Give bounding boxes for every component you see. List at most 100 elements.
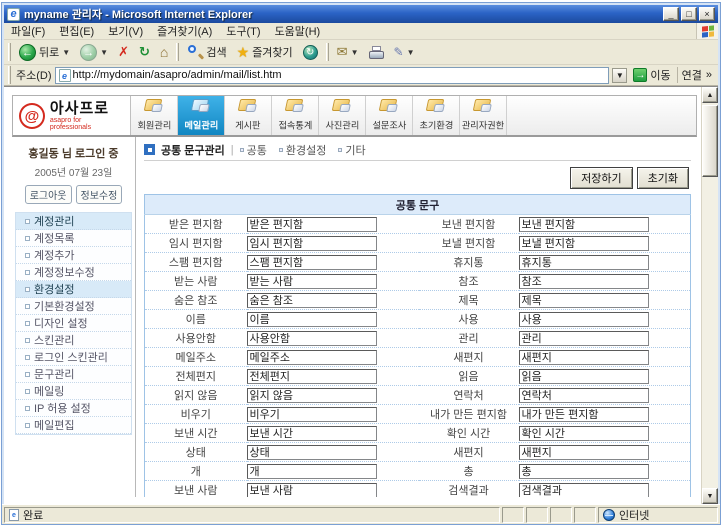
- back-dropdown-icon[interactable]: ▼: [62, 48, 70, 57]
- title-bar: e myname 관리자 - Microsoft Internet Explor…: [4, 5, 718, 23]
- back-button[interactable]: ← 뒤로 ▼: [15, 42, 74, 63]
- top-nav-item[interactable]: 게시판: [225, 96, 272, 135]
- phrase-input-left[interactable]: [247, 350, 377, 365]
- sidebar-menu-item[interactable]: 로그인 스킨관리: [16, 349, 131, 366]
- sidebar-menu-item[interactable]: 계정정보수정: [16, 264, 131, 281]
- favorites-button[interactable]: ★ 즐겨찾기: [233, 42, 297, 63]
- scroll-up-icon[interactable]: ▲: [702, 87, 718, 103]
- mail-dropdown-icon[interactable]: ▼: [351, 48, 359, 57]
- forward-button[interactable]: → ▼: [76, 42, 112, 63]
- top-nav-item[interactable]: 메일관리: [178, 96, 225, 135]
- sidebar-menu-item[interactable]: 메일편집: [16, 417, 131, 434]
- phrase-input-left[interactable]: [247, 369, 377, 384]
- sidebar-menu-item[interactable]: 기본환경설정: [16, 298, 131, 315]
- refresh-button[interactable]: ↻: [135, 42, 154, 62]
- phrase-input-left[interactable]: [247, 407, 377, 422]
- phrase-input-left[interactable]: [247, 236, 377, 251]
- forward-dropdown-icon[interactable]: ▼: [100, 48, 108, 57]
- history-button[interactable]: ↻: [299, 43, 322, 62]
- phrase-input-right[interactable]: [519, 331, 649, 346]
- sidebar-menu-item[interactable]: 계정관리: [16, 213, 131, 230]
- top-nav-item[interactable]: 설문조사: [366, 96, 413, 135]
- minimize-button[interactable]: _: [663, 7, 679, 21]
- phrase-input-right[interactable]: [519, 217, 649, 232]
- sidebar-menu-item[interactable]: 문구관리: [16, 366, 131, 383]
- phrase-input-right[interactable]: [519, 350, 649, 365]
- phrase-input-right[interactable]: [519, 274, 649, 289]
- sidebar-menu-item[interactable]: 환경설정: [16, 281, 131, 298]
- phrase-input-right[interactable]: [519, 293, 649, 308]
- sidebar-menu-item[interactable]: 계정목록: [16, 230, 131, 247]
- close-button[interactable]: ×: [699, 7, 715, 21]
- history-icon: ↻: [303, 45, 318, 60]
- menu-item[interactable]: 즐겨찾기(A): [150, 22, 219, 40]
- phrase-input-left[interactable]: [247, 217, 377, 232]
- edit-info-button[interactable]: 정보수정: [76, 185, 123, 204]
- top-nav-item[interactable]: 회원관리: [131, 96, 178, 135]
- phrase-input-right[interactable]: [519, 426, 649, 441]
- address-dropdown-icon[interactable]: ▼: [612, 68, 627, 83]
- site-logo[interactable]: @ 아사프로 asapro for professionals: [13, 96, 131, 135]
- scrollbar-track[interactable]: [702, 177, 718, 488]
- edit-dropdown-icon[interactable]: ▼: [407, 48, 415, 57]
- top-nav-item[interactable]: 관리자권한: [460, 96, 507, 135]
- status-panel: [550, 507, 572, 523]
- top-nav-item[interactable]: 초기환경: [413, 96, 460, 135]
- search-button[interactable]: 검색: [183, 42, 230, 62]
- phrase-label-right: 보낼 편지함: [419, 234, 519, 253]
- phrase-input-right[interactable]: [519, 369, 649, 384]
- maximize-button[interactable]: □: [681, 7, 697, 21]
- phrase-input-right[interactable]: [519, 464, 649, 479]
- scroll-down-icon[interactable]: ▼: [702, 488, 718, 504]
- print-button[interactable]: [365, 44, 388, 61]
- toolbar-grip[interactable]: [8, 43, 11, 61]
- top-nav-item[interactable]: 접속통계: [272, 96, 319, 135]
- scrollbar-thumb[interactable]: [702, 105, 718, 177]
- menu-item[interactable]: 보기(V): [101, 22, 150, 40]
- phrase-input-left[interactable]: [247, 331, 377, 346]
- go-button[interactable]: → 이동: [630, 67, 673, 83]
- home-button[interactable]: ⌂: [156, 42, 172, 62]
- phrase-input-right[interactable]: [519, 388, 649, 403]
- reset-button[interactable]: 초기화: [637, 167, 689, 189]
- breadcrumb-tab[interactable]: 공통: [240, 142, 267, 158]
- menu-item[interactable]: 편집(E): [52, 22, 101, 40]
- phrase-input-right[interactable]: [519, 445, 649, 460]
- phrase-input-right[interactable]: [519, 255, 649, 270]
- breadcrumb-tab[interactable]: 환경설정: [279, 142, 326, 158]
- addressbar-grip[interactable]: [8, 66, 11, 84]
- sidebar-menu-item[interactable]: 스킨관리: [16, 332, 131, 349]
- sidebar-menu-item[interactable]: 계정추가: [16, 247, 131, 264]
- phrase-input-left[interactable]: [247, 445, 377, 460]
- phrase-input-left[interactable]: [247, 293, 377, 308]
- phrase-input-left[interactable]: [247, 274, 377, 289]
- phrase-input-left[interactable]: [247, 483, 377, 498]
- vertical-scrollbar[interactable]: ▲ ▼: [701, 87, 718, 504]
- stop-button[interactable]: ✗: [114, 42, 133, 62]
- address-input[interactable]: [73, 68, 608, 82]
- phrase-input-left[interactable]: [247, 388, 377, 403]
- browser-viewport: @ 아사프로 asapro for professionals 회원관리: [4, 86, 718, 504]
- phrase-input-right[interactable]: [519, 407, 649, 422]
- menu-item[interactable]: 파일(F): [4, 22, 52, 40]
- phrase-input-right[interactable]: [519, 312, 649, 327]
- mail-button[interactable]: ✉ ▼: [333, 42, 363, 62]
- save-button[interactable]: 저장하기: [570, 167, 632, 189]
- logout-button[interactable]: 로그아웃: [25, 185, 72, 204]
- breadcrumb-tab[interactable]: 기타: [338, 142, 365, 158]
- edit-button[interactable]: ✎ ▼: [390, 43, 419, 61]
- sidebar-menu-item[interactable]: 디자인 설정: [16, 315, 131, 332]
- links-button[interactable]: 연결 »: [677, 67, 716, 83]
- sidebar-menu-item[interactable]: 메일링: [16, 383, 131, 400]
- phrase-input-left[interactable]: [247, 426, 377, 441]
- phrase-input-left[interactable]: [247, 312, 377, 327]
- menu-item[interactable]: 도움말(H): [268, 22, 328, 40]
- home-icon: ⌂: [160, 44, 168, 60]
- phrase-input-left[interactable]: [247, 464, 377, 479]
- menu-item[interactable]: 도구(T): [219, 22, 267, 40]
- sidebar-menu-item[interactable]: IP 허용 설정: [16, 400, 131, 417]
- phrase-input-right[interactable]: [519, 483, 649, 498]
- phrase-input-left[interactable]: [247, 255, 377, 270]
- top-nav-item[interactable]: 사진관리: [319, 96, 366, 135]
- phrase-input-right[interactable]: [519, 236, 649, 251]
